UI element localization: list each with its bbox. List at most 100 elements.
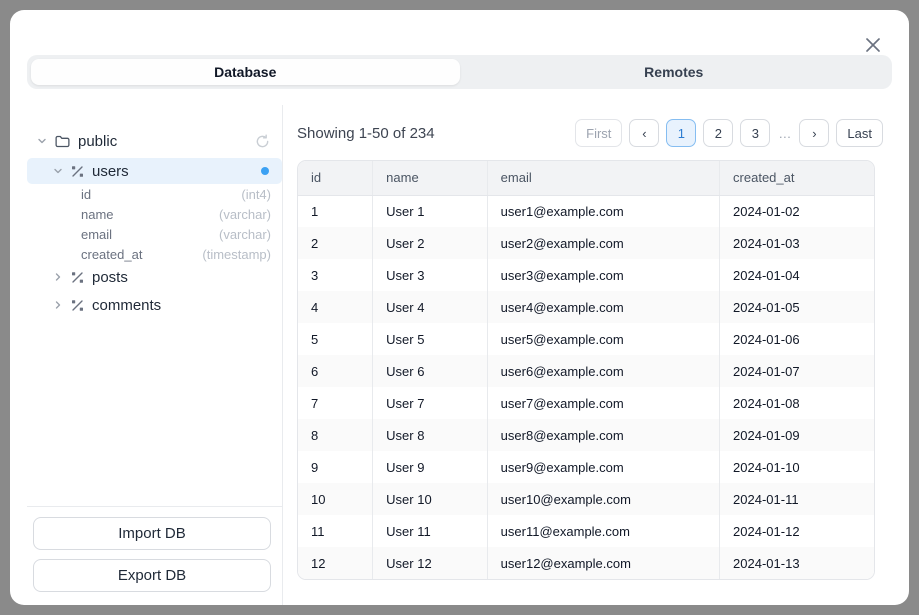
row-count-status: Showing 1-50 of 234 [297,125,435,142]
cell: 2024-01-04 [720,259,874,291]
cell: 3 [298,259,373,291]
cell: 5 [298,323,373,355]
table-row[interactable]: 8User 8user8@example.com2024-01-09 [298,419,874,451]
pagination-last-button[interactable]: Last [836,119,883,147]
cell: user10@example.com [487,483,719,515]
cell: 6 [298,355,373,387]
cell: 4 [298,291,373,323]
tree-item-table-users[interactable]: users [27,158,282,184]
pagination-page-1-button[interactable]: 1 [666,119,696,147]
cell: 2024-01-10 [720,451,874,483]
table-row[interactable]: 10User 10user10@example.com2024-01-11 [298,483,874,515]
pagination-prev-button[interactable]: ‹ [629,119,659,147]
export-db-button[interactable]: Export DB [33,559,271,592]
tab-remotes[interactable]: Remotes [460,59,889,85]
cell: User 12 [373,547,488,579]
tab-bar: Database Remotes [27,55,892,89]
column-name: id [81,187,91,202]
table-label: posts [92,269,128,286]
cell: 2024-01-12 [720,515,874,547]
tree-item-schema-public[interactable]: public [27,129,282,153]
cell: User 4 [373,291,488,323]
chevron-right-icon[interactable] [52,299,64,311]
tab-database[interactable]: Database [31,59,460,85]
pagination: First‹123 … ›Last [575,119,883,147]
tree-column-id: id (int4) [27,184,282,204]
column-type: (varchar) [219,227,271,242]
column-name: created_at [81,247,142,262]
cell: 7 [298,387,373,419]
pagination-page-2-button[interactable]: 2 [703,119,733,147]
pagination-next-button[interactable]: › [799,119,829,147]
tree-column-name: name (varchar) [27,204,282,224]
chevron-right-icon[interactable] [52,271,64,283]
cell: user9@example.com [487,451,719,483]
cell: 1 [298,195,373,227]
selected-indicator-dot [261,167,269,175]
folder-icon [54,133,71,150]
column-type: (timestamp) [202,247,271,262]
table-icon [70,270,85,285]
cell: user1@example.com [487,195,719,227]
tree-item-table-comments[interactable]: comments [27,292,282,318]
cell: User 10 [373,483,488,515]
modal-content: public [10,105,909,605]
column-header-id: id [298,161,373,195]
sidebar-footer: Import DB Export DB [27,506,282,605]
cell: user7@example.com [487,387,719,419]
table-row[interactable]: 11User 11user11@example.com2024-01-12 [298,515,874,547]
cell: 2024-01-09 [720,419,874,451]
cell: user6@example.com [487,355,719,387]
cell: 2024-01-05 [720,291,874,323]
cell: user8@example.com [487,419,719,451]
table-row[interactable]: 1User 1user1@example.com2024-01-02 [298,195,874,227]
column-header-email: email [487,161,719,195]
schema-label: public [78,133,117,150]
table-row[interactable]: 6User 6user6@example.com2024-01-07 [298,355,874,387]
database-modal: Database Remotes public [10,10,909,605]
close-button[interactable] [862,34,884,56]
pagination-first-button[interactable]: First [575,119,622,147]
cell: 12 [298,547,373,579]
table-row[interactable]: 7User 7user7@example.com2024-01-08 [298,387,874,419]
cell: user5@example.com [487,323,719,355]
results-body: 1User 1user1@example.com2024-01-022User … [298,195,874,579]
cell: 2024-01-02 [720,195,874,227]
chevron-down-icon[interactable] [52,165,64,177]
column-name: email [81,227,112,242]
table-row[interactable]: 9User 9user9@example.com2024-01-10 [298,451,874,483]
table-row[interactable]: 2User 2user2@example.com2024-01-03 [298,227,874,259]
cell: 9 [298,451,373,483]
cell: 2024-01-08 [720,387,874,419]
tree-item-table-posts[interactable]: posts [27,264,282,290]
pagination-ellipsis: … [777,126,792,141]
cell: User 6 [373,355,488,387]
refresh-icon [255,134,270,149]
table-row[interactable]: 12User 12user12@example.com2024-01-13 [298,547,874,579]
chevron-down-icon[interactable] [36,135,48,147]
cell: User 8 [373,419,488,451]
column-type: (int4) [241,187,271,202]
close-icon [863,35,883,55]
table-icon [70,298,85,313]
cell: user11@example.com [487,515,719,547]
refresh-schema-button[interactable] [255,134,270,149]
cell: 8 [298,419,373,451]
table-row[interactable]: 4User 4user4@example.com2024-01-05 [298,291,874,323]
import-db-button[interactable]: Import DB [33,517,271,550]
tree-column-email: email (varchar) [27,224,282,244]
column-name: name [81,207,114,222]
cell: 10 [298,483,373,515]
cell: User 3 [373,259,488,291]
pagination-page-3-button[interactable]: 3 [740,119,770,147]
table-row[interactable]: 3User 3user3@example.com2024-01-04 [298,259,874,291]
schema-sidebar: public [10,105,283,605]
cell: user4@example.com [487,291,719,323]
dimmed-backdrop: { "tabs": [ { "label": "Database", "acti… [0,0,919,615]
table-row[interactable]: 5User 5user5@example.com2024-01-06 [298,323,874,355]
cell: 2024-01-11 [720,483,874,515]
cell: user12@example.com [487,547,719,579]
column-type: (varchar) [219,207,271,222]
results-panel: Showing 1-50 of 234 First‹123…›Last idna… [283,105,909,605]
table-label: users [92,163,129,180]
